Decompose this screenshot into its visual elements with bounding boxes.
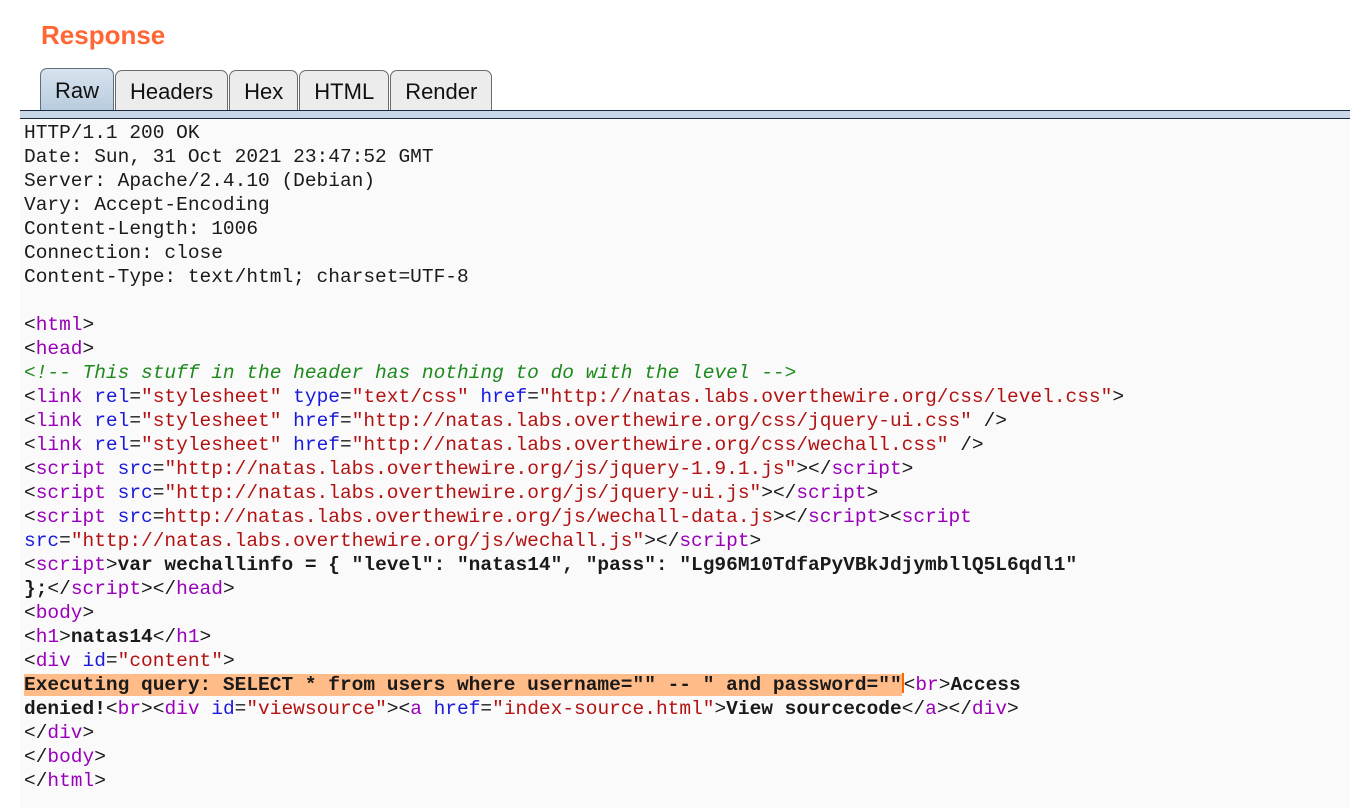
- header-line: Date: Sun, 31 Oct 2021 23:47:52 GMT: [24, 146, 434, 168]
- header-line: Content-Length: 1006: [24, 218, 259, 240]
- response-title: Response: [41, 20, 166, 50]
- viewsource-link-text: View sourcecode: [726, 698, 902, 720]
- viewsource-href: "index-source.html": [492, 698, 715, 720]
- viewsource-id: "viewsource": [246, 698, 387, 720]
- raw-response-text[interactable]: HTTP/1.1 200 OK Date: Sun, 31 Oct 2021 2…: [24, 121, 1124, 793]
- js-jqueryui-url: "http://natas.labs.overthewire.org/js/jq…: [164, 482, 762, 504]
- html-comment: <!-- This stuff in the header has nothin…: [24, 362, 797, 384]
- denied-text: denied!: [24, 698, 106, 720]
- access-text: Access: [950, 674, 1021, 696]
- tab-headers[interactable]: Headers: [115, 70, 229, 112]
- header-line: Server: Apache/2.4.10 (Debian): [24, 170, 376, 192]
- tab-divider: [20, 110, 1350, 119]
- js-wechall-url: "http://natas.labs.overthewire.org/js/we…: [70, 530, 645, 552]
- h1-text: natas14: [70, 626, 153, 648]
- response-tabs: Raw Headers Hex HTML Render: [40, 68, 493, 112]
- css-jqueryui-url: "http://natas.labs.overthewire.org/css/j…: [351, 410, 972, 432]
- js-wechall-data-url: http://natas.labs.overthewire.org/js/wec…: [164, 506, 773, 528]
- js-jquery-url: "http://natas.labs.overthewire.org/js/jq…: [164, 458, 797, 480]
- header-line: Content-Type: text/html; charset=UTF-8: [24, 266, 469, 288]
- tab-html[interactable]: HTML: [299, 70, 390, 112]
- header-line: Connection: close: [24, 242, 223, 264]
- tab-raw[interactable]: Raw: [40, 68, 115, 112]
- header-line: Vary: Accept-Encoding: [24, 194, 270, 216]
- wechallinfo-line: var wechallinfo = { "level": "natas14", …: [117, 554, 1078, 576]
- highlighted-query: Executing query: SELECT * from users whe…: [24, 674, 902, 696]
- div-id-content: "content": [117, 650, 223, 672]
- status-line: HTTP/1.1 200 OK: [24, 122, 200, 144]
- css-level-url: "http://natas.labs.overthewire.org/css/l…: [538, 386, 1113, 408]
- wechallinfo-close: };: [24, 578, 48, 600]
- tab-hex[interactable]: Hex: [229, 70, 299, 112]
- css-wechall-url: "http://natas.labs.overthewire.org/css/w…: [351, 434, 949, 456]
- tab-render[interactable]: Render: [390, 70, 493, 112]
- text-cursor: [901, 673, 904, 693]
